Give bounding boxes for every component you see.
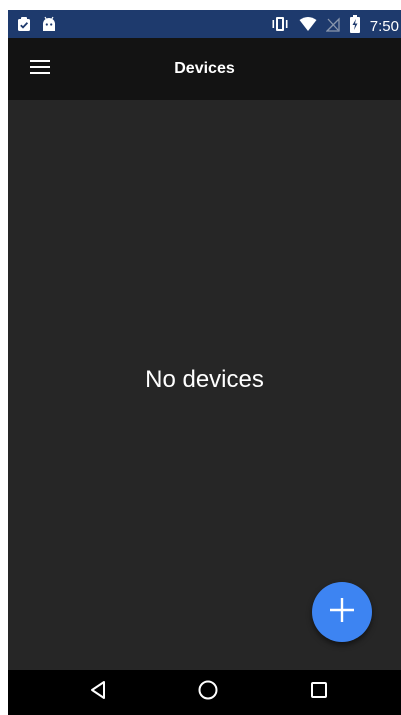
status-system-icons: 7:50	[270, 15, 399, 38]
back-icon	[89, 680, 107, 705]
page-title: Devices	[174, 60, 235, 77]
battery-charging-icon	[349, 15, 361, 38]
app-screen: 7:50 Devices No devices	[8, 10, 401, 715]
add-device-button[interactable]	[312, 582, 372, 642]
recents-button[interactable]	[289, 670, 349, 715]
back-button[interactable]	[68, 670, 128, 715]
app-bar: Devices	[8, 38, 401, 100]
system-nav-bar	[8, 670, 401, 715]
status-notifications	[16, 16, 56, 37]
status-time: 7:50	[369, 17, 399, 35]
status-bar: 7:50	[8, 10, 401, 38]
menu-button[interactable]	[24, 57, 56, 81]
recents-icon	[310, 681, 328, 704]
empty-state-message: No devices	[145, 366, 264, 393]
clipboard-check-icon	[16, 16, 32, 37]
home-icon	[197, 679, 219, 706]
hamburger-menu-icon	[30, 59, 50, 79]
no-signal-icon	[325, 16, 340, 37]
android-icon	[42, 16, 56, 37]
plus-icon	[328, 596, 356, 629]
home-button[interactable]	[178, 670, 238, 715]
wifi-icon	[299, 16, 317, 37]
vibrate-icon	[270, 16, 290, 37]
